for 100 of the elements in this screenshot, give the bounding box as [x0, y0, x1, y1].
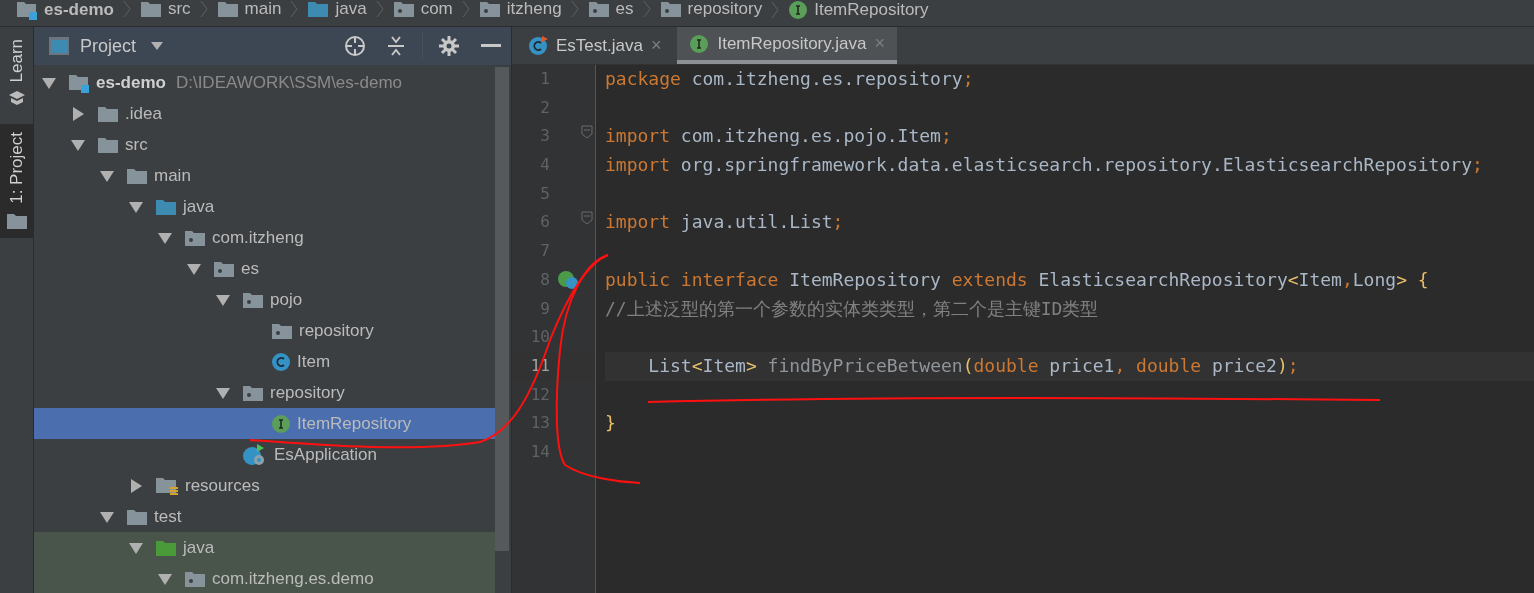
class-icon	[271, 351, 291, 372]
code-token: List	[647, 354, 692, 376]
tree-row[interactable]: src	[34, 129, 495, 160]
code-token: package	[605, 68, 681, 89]
tree-row[interactable]: com.itzheng.es.demo	[34, 563, 495, 593]
breadcrumb-item[interactable]: es	[615, 0, 634, 18]
expanded-arrow-icon[interactable]	[100, 168, 114, 183]
tree-item-label: EsApplication	[274, 443, 377, 466]
tree-item-label: repository	[299, 319, 374, 342]
dropdown-caret-icon[interactable]	[150, 41, 165, 51]
tree-row[interactable]: test	[34, 501, 495, 532]
tree-item-label: src	[125, 133, 148, 156]
breadcrumb-item[interactable]: ItemRepository	[814, 1, 929, 19]
chevron-right-icon	[121, 0, 132, 18]
tree-row[interactable]: pojo	[34, 284, 495, 315]
side-tab-label: Learn	[5, 39, 27, 83]
folder-icon	[126, 166, 148, 185]
code-token: > {	[1396, 268, 1429, 290]
folder-icon	[97, 135, 119, 154]
tree-row[interactable]: repository	[34, 315, 495, 346]
tree-row[interactable]: .idea	[34, 98, 495, 129]
tree-row[interactable]: es-demo D:\IDEAWORK\SSM\es-demo	[34, 67, 495, 98]
expanded-arrow-icon[interactable]	[187, 261, 201, 276]
folder-icon	[5, 212, 28, 231]
code-token: double	[973, 354, 1039, 376]
expanded-arrow-icon[interactable]	[158, 230, 172, 245]
side-tab[interactable]: 1: Project	[0, 124, 33, 239]
code-token: ,	[1341, 268, 1353, 290]
folder-icon	[155, 538, 177, 557]
editor-tab[interactable]: EsTest.java ×	[516, 27, 674, 64]
collapse-all-icon[interactable]	[386, 35, 406, 57]
package-icon	[184, 569, 206, 588]
code-token: <	[1287, 268, 1299, 290]
class-icon	[528, 35, 548, 56]
tree-row[interactable]: com.itzheng	[34, 222, 495, 253]
code-comment: //上述泛型的第一个参数的实体类类型，第二个是主键ID类型	[605, 297, 1099, 319]
collapsed-arrow-icon[interactable]	[71, 106, 85, 121]
breadcrumb-item[interactable]: repository	[687, 0, 763, 18]
minimize-icon[interactable]	[481, 44, 501, 48]
implemented-icon[interactable]	[557, 270, 579, 291]
breadcrumb-item[interactable]: src	[167, 0, 191, 18]
tree-row[interactable]: main	[34, 160, 495, 191]
tree-row[interactable]: EsApplication	[34, 439, 495, 470]
expanded-arrow-icon[interactable]	[100, 509, 114, 524]
tree-item-label: test	[154, 505, 182, 528]
settings-icon[interactable]	[439, 36, 459, 56]
collapsed-arrow-icon[interactable]	[129, 478, 143, 493]
panel-title[interactable]: Project	[80, 32, 137, 60]
code-token: Item	[1298, 268, 1342, 290]
window-icon	[48, 36, 70, 56]
package-icon	[184, 228, 206, 247]
editor-tab[interactable]: ItemRepository.java ×	[677, 27, 897, 64]
code-token: public interface	[605, 268, 779, 290]
expanded-arrow-icon[interactable]	[71, 137, 85, 152]
package-icon	[271, 321, 293, 340]
tree-row[interactable]: resources	[34, 470, 495, 501]
tree-item-label: java	[183, 536, 215, 559]
chevron-right-icon	[770, 1, 781, 19]
expanded-arrow-icon[interactable]	[216, 292, 230, 307]
tree-row[interactable]: java	[34, 532, 495, 563]
chevron-right-icon	[641, 0, 652, 18]
expanded-arrow-icon[interactable]	[129, 199, 143, 214]
code-token: (	[962, 354, 974, 376]
tree-item-label: ItemRepository	[297, 412, 412, 435]
folder-icon	[139, 0, 162, 18]
tree-row[interactable]: java	[34, 191, 495, 222]
code-token: Item	[702, 354, 746, 376]
expanded-arrow-icon[interactable]	[129, 540, 143, 555]
tab-label: EsTest.java	[556, 34, 643, 57]
breadcrumb-item[interactable]: java	[335, 0, 367, 18]
tree-item-label: es	[241, 257, 259, 280]
tree-row[interactable]: Item	[34, 346, 495, 377]
breadcrumb-item[interactable]: main	[244, 0, 282, 18]
code-token: )	[1276, 354, 1288, 376]
breadcrumb-item[interactable]: es-demo	[44, 1, 114, 19]
code-token: ;	[832, 211, 844, 233]
code-token: ;	[1471, 154, 1483, 176]
package-icon	[242, 383, 264, 402]
breadcrumb-item[interactable]: itzheng	[506, 0, 562, 18]
code-token: org.springframework.data.elasticsearch.repository.ElasticsearchRepository	[679, 154, 1472, 176]
code-token: ;	[1287, 354, 1299, 376]
tree-item-label: resources	[185, 474, 260, 497]
code-token: ,	[1114, 354, 1126, 376]
package-icon	[213, 259, 235, 278]
code-token: com.itzheng.es.repository	[690, 68, 963, 89]
expanded-arrow-icon[interactable]	[216, 385, 230, 400]
interface-icon	[271, 413, 291, 434]
expanded-arrow-icon[interactable]	[158, 571, 172, 586]
tree-item-label: Item	[297, 350, 331, 373]
resources-folder-icon	[155, 475, 179, 496]
tree-row[interactable]: repository	[34, 377, 495, 408]
side-tab[interactable]: Learn	[0, 31, 33, 115]
interface-icon	[689, 33, 710, 54]
breadcrumb-item[interactable]: com	[420, 0, 453, 18]
code-token: import	[605, 154, 671, 176]
chevron-right-icon	[198, 0, 209, 18]
tree-row[interactable]: es	[34, 253, 495, 284]
locate-icon[interactable]	[344, 35, 366, 57]
expanded-arrow-icon[interactable]	[42, 75, 56, 90]
tree-item-label: pojo	[270, 288, 303, 311]
